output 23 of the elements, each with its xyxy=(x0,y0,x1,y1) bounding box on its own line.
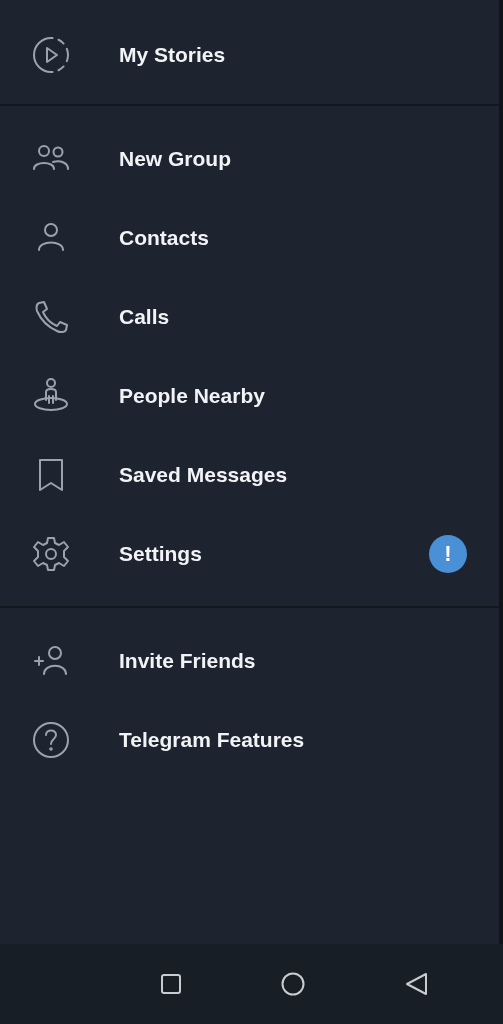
menu-label: New Group xyxy=(119,146,232,171)
menu-item[interactable]: Saved Messages xyxy=(0,435,499,514)
menu-item[interactable]: My Stories xyxy=(0,15,499,94)
menu-item[interactable]: Invite Friends xyxy=(0,621,499,700)
menu-item[interactable]: Telegram Features xyxy=(0,700,499,779)
home-button[interactable] xyxy=(280,971,307,997)
menu-label: People Nearby xyxy=(119,383,266,408)
stories-icon xyxy=(31,34,71,75)
menu-label: Telegram Features xyxy=(119,727,306,752)
menu-item[interactable]: Calls xyxy=(0,277,499,356)
menu-label: Invite Friends xyxy=(119,648,257,673)
notice-badge: ! xyxy=(429,534,467,573)
menu-label: Calls xyxy=(119,304,171,329)
menu-item[interactable]: Settings ! xyxy=(0,514,499,593)
help-icon xyxy=(31,719,71,760)
menu-label: Saved Messages xyxy=(119,462,289,487)
menu-item[interactable]: People Nearby xyxy=(0,356,499,435)
menu-label: Contacts xyxy=(119,225,210,250)
menu-label: My Stories xyxy=(119,42,227,67)
menu-item[interactable]: Contacts xyxy=(0,198,499,277)
menu-item[interactable]: New Group xyxy=(0,119,499,198)
recents-button[interactable] xyxy=(158,972,183,996)
menu-label: Settings xyxy=(119,541,203,566)
